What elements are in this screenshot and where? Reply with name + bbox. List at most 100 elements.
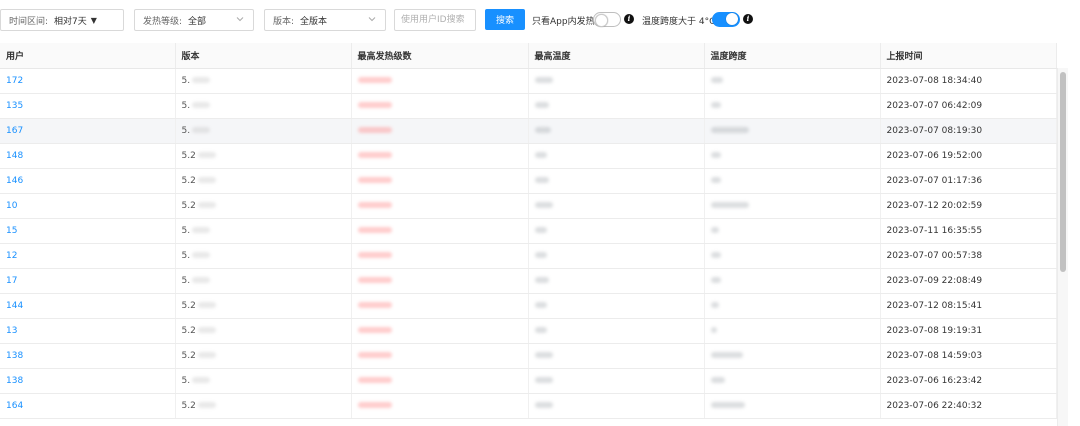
user-id-link[interactable]: 15 (6, 226, 17, 236)
version-cell: 5. (175, 268, 352, 294)
table-row[interactable]: 172 5. 2023-07-08 18:34:40 (0, 68, 1057, 94)
temp-span-cell (704, 143, 881, 169)
user-id-link[interactable]: 172 (6, 76, 23, 86)
user-id-link[interactable]: 138 (6, 376, 23, 386)
table-row[interactable]: 144 5.2 2023-07-12 08:15:41 (0, 293, 1057, 319)
version-select[interactable]: 版本: 全版本 (264, 9, 386, 31)
table-row[interactable]: 146 5.2 2023-07-07 01:17:36 (0, 168, 1057, 194)
report-time-cell: 2023-07-07 01:17:36 (880, 168, 1057, 194)
column-header-version[interactable]: 版本 (175, 43, 352, 69)
table-row[interactable]: 17 5. 2023-07-09 22:08:49 (0, 268, 1057, 294)
toggle-knob (595, 13, 608, 27)
time-range-value: 相对7天 (54, 16, 87, 27)
table-row[interactable]: 164 5.2 2023-07-06 22:40:32 (0, 393, 1057, 419)
report-time-cell: 2023-07-07 00:57:38 (880, 243, 1057, 269)
max-temp-cell (528, 218, 705, 244)
version-value: 5. (181, 276, 191, 286)
redacted-block (197, 152, 216, 158)
report-time-value: 2023-07-06 19:52:00 (886, 151, 983, 161)
redacted-block (710, 227, 719, 233)
version-cell: 5. (175, 243, 352, 269)
column-header-max-heat-level[interactable]: 最高发热级数 (351, 43, 529, 69)
version-cell: 5.2 (175, 293, 352, 319)
table-row[interactable]: 138 5.2 2023-07-08 14:59:03 (0, 343, 1057, 369)
heat-report-table: 用户 版本 最高发热级数 最高温度 温度跨度 上报时间 172 5. 2023-07… (0, 43, 1068, 426)
max-heat-level-cell (351, 268, 529, 294)
report-time-cell: 2023-07-06 16:23:42 (880, 368, 1057, 394)
column-header-temp-span[interactable]: 温度跨度 (704, 43, 881, 69)
heat-level-label: 发热等级: (143, 16, 183, 27)
heat-level-select[interactable]: 发热等级: 全部 (134, 9, 254, 31)
table-row[interactable]: 167 5. 2023-07-07 08:19:30 (0, 118, 1057, 144)
redacted-block (192, 127, 211, 133)
redacted-block (710, 127, 749, 133)
max-heat-level-cell (351, 193, 529, 219)
user-id-link[interactable]: 10 (6, 201, 17, 211)
search-button[interactable]: 搜索 (485, 9, 525, 30)
table-row[interactable]: 10 5.2 2023-07-12 20:02:59 (0, 193, 1057, 219)
max-temp-cell (528, 93, 705, 119)
redacted-block (710, 402, 745, 408)
column-header-max-temp[interactable]: 最高温度 (528, 43, 705, 69)
table-row[interactable]: 13 5.2 2023-07-08 19:19:31 (0, 318, 1057, 344)
scrollbar-thumb[interactable] (1060, 72, 1066, 272)
version-cell: 5. (175, 118, 352, 144)
column-header-report-time[interactable]: 上报时间 (880, 43, 1057, 69)
version-value: 5. (181, 76, 191, 86)
user-id-link[interactable]: 164 (6, 401, 23, 411)
table-row[interactable]: 15 5. 2023-07-11 16:35:55 (0, 218, 1057, 244)
column-header-user[interactable]: 用户 (0, 43, 176, 69)
time-range-select[interactable]: 时间区间: 相对7天 ▼ (0, 9, 124, 31)
vertical-scrollbar[interactable] (1057, 68, 1068, 426)
redacted-block (710, 252, 721, 258)
version-value: 5.2 (181, 201, 196, 211)
user-id-link[interactable]: 148 (6, 151, 23, 161)
toggle-knob (726, 13, 738, 25)
redacted-block (710, 377, 725, 383)
chevron-down-icon (368, 17, 376, 22)
user-id-link[interactable]: 167 (6, 126, 23, 136)
user-id-link[interactable]: 135 (6, 101, 23, 111)
redacted-block (534, 277, 549, 283)
version-cell: 5.2 (175, 318, 352, 344)
table-row[interactable]: 12 5. 2023-07-07 00:57:38 (0, 243, 1057, 269)
report-time-value: 2023-07-07 08:19:30 (886, 126, 983, 136)
redacted-block (534, 127, 551, 133)
user-id-link[interactable]: 12 (6, 251, 17, 261)
user-id-search-input[interactable] (394, 9, 476, 31)
table-row[interactable]: 138 5. 2023-07-06 16:23:42 (0, 368, 1057, 394)
user-id-link[interactable]: 13 (6, 326, 17, 336)
user-id-link[interactable]: 138 (6, 351, 23, 361)
redacted-block (534, 152, 547, 158)
table-row[interactable]: 135 5. 2023-07-07 06:42:09 (0, 93, 1057, 119)
table-row[interactable]: 148 5.2 2023-07-06 19:52:00 (0, 143, 1057, 169)
user-id-link[interactable]: 144 (6, 301, 23, 311)
redacted-block (534, 377, 553, 383)
redacted-block (357, 252, 392, 258)
redacted-block (357, 127, 392, 133)
temp-span-toggle[interactable] (712, 12, 740, 27)
chevron-down-icon (236, 17, 244, 22)
version-cell: 5. (175, 368, 352, 394)
redacted-block (357, 152, 392, 158)
version-cell: 5. (175, 93, 352, 119)
report-time-value: 2023-07-08 14:59:03 (886, 351, 983, 361)
user-cell: 17 (0, 268, 176, 294)
user-id-link[interactable]: 146 (6, 176, 23, 186)
app-only-toggle[interactable] (593, 12, 621, 27)
report-time-value: 2023-07-11 16:35:55 (886, 226, 983, 236)
max-temp-cell (528, 393, 705, 419)
redacted-block (192, 227, 211, 233)
user-id-link[interactable]: 17 (6, 276, 17, 286)
version-value: 5. (181, 251, 191, 261)
info-icon[interactable]: i (624, 14, 634, 24)
max-temp-cell (528, 318, 705, 344)
redacted-block (534, 402, 553, 408)
info-icon[interactable]: i (743, 14, 753, 24)
max-heat-level-cell (351, 393, 529, 419)
redacted-block (197, 302, 216, 308)
redacted-block (197, 352, 216, 358)
max-temp-cell (528, 243, 705, 269)
redacted-block (710, 302, 719, 308)
redacted-block (357, 352, 392, 358)
